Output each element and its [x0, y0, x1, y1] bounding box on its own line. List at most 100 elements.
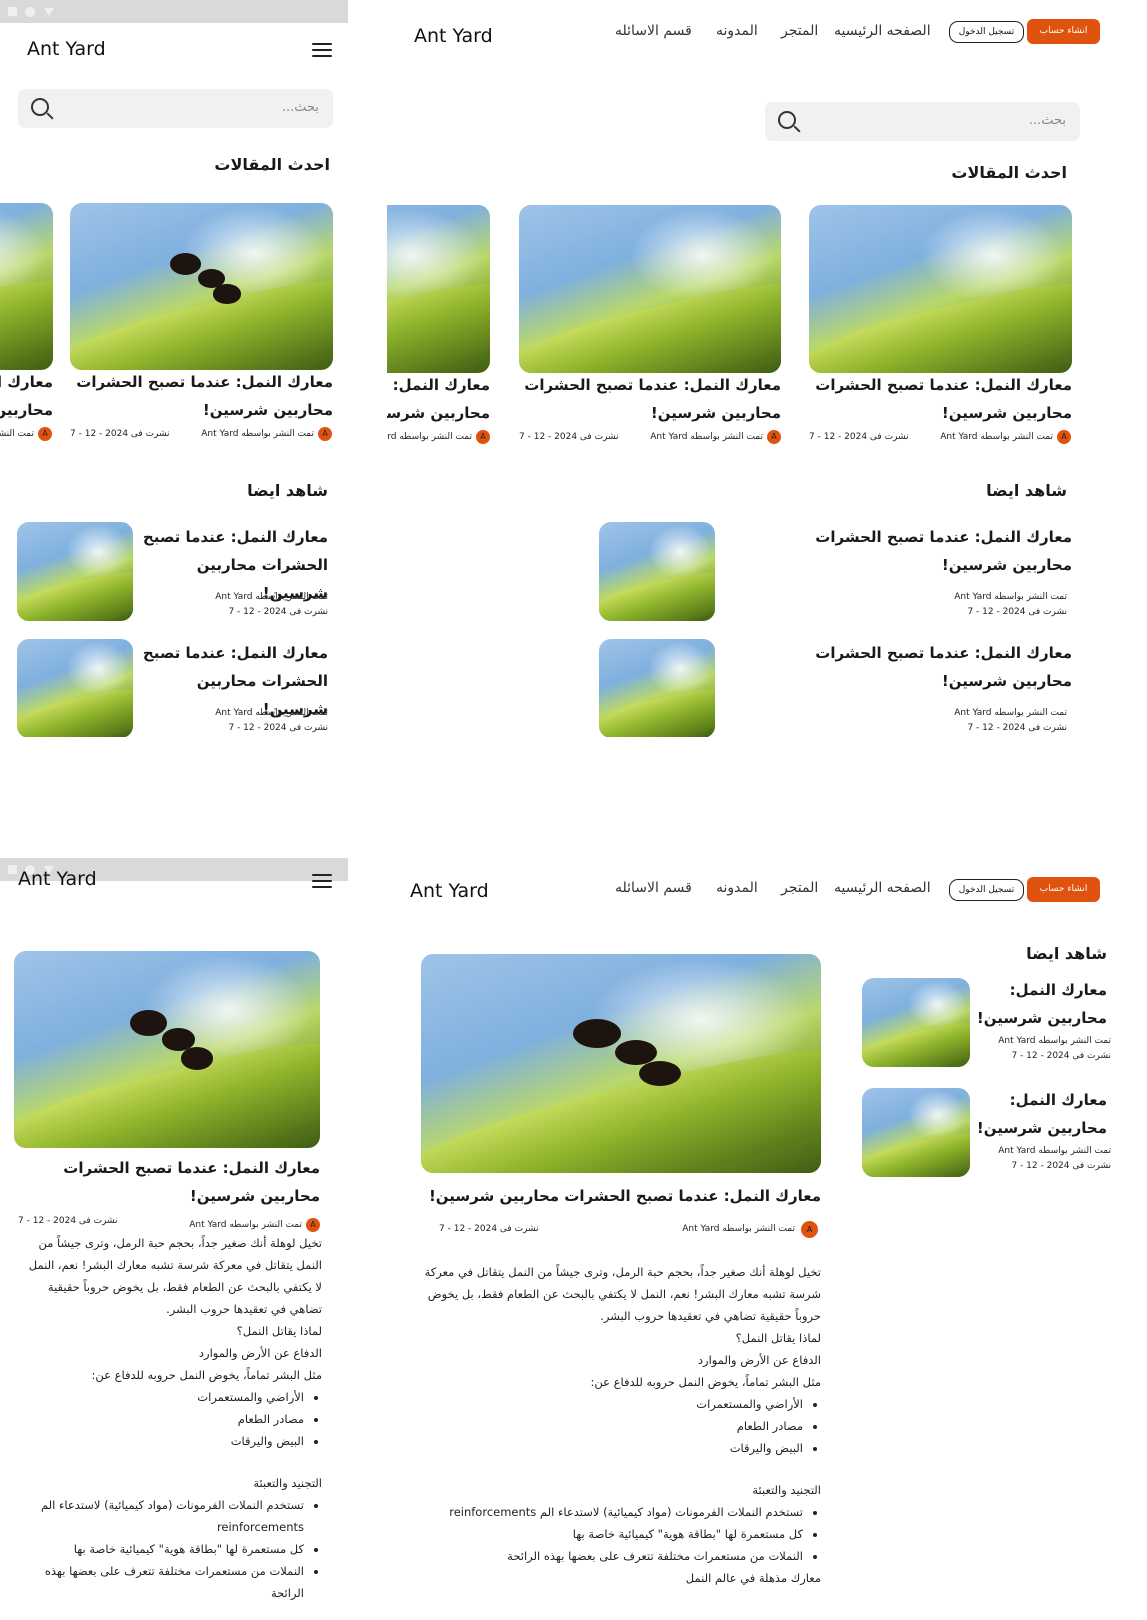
list-item: كل مستعمرة لها "بطاقة هوية" كيميائية خاص… [421, 1523, 803, 1545]
search-icon[interactable] [778, 111, 796, 129]
browser-chrome [0, 0, 348, 23]
nav-home[interactable]: الصفحه الرئيسيه [834, 23, 931, 39]
window-control-icon[interactable] [8, 865, 17, 874]
related-article-title[interactable]: معارك النمل: محاربين شرسين! [975, 976, 1107, 1032]
see-also-heading: شاهد ايضا [247, 481, 328, 500]
publish-date: نشرت فى 2024 - 12 - 7 [1011, 1161, 1111, 1171]
publish-date: نشرت فى 2024 - 12 - 7 [228, 607, 328, 617]
publish-date: نشرت فى 2024 - 12 - 7 [18, 1216, 118, 1226]
login-button[interactable]: تسجيل الدخول [949, 879, 1024, 901]
hamburger-menu-icon[interactable] [312, 43, 332, 59]
article-heading-recruit: التجنيد والتعبئة [752, 1483, 821, 1497]
article-title[interactable]: معارك النمل: عندما تصبح الحشرات محاربين … [799, 371, 1072, 427]
related-article-image[interactable] [599, 639, 715, 737]
author-label: تمت النشر بواسطه Ant Yard [215, 708, 328, 718]
list-item: تستخدم النملات الفرمونات (مواد كيميائية)… [20, 1494, 304, 1538]
window-control-icon[interactable] [8, 7, 17, 16]
article-hero-image [421, 954, 821, 1173]
brand-logo[interactable]: Ant Yard [27, 38, 106, 60]
search-input[interactable]: بحث... [282, 100, 319, 115]
article-heading-why: لماذا يقاتل النمل؟ [735, 1331, 821, 1345]
list-item: مصادر الطعام [421, 1415, 803, 1437]
related-article-title[interactable]: معارك النمل: عندما تصبح الحشرات محاربين … [767, 639, 1072, 695]
publish-date: نشرت فى 2024 - 12 - 7 [519, 432, 619, 442]
author-avatar: A [306, 1218, 320, 1232]
signup-button[interactable]: انشاء حساب [1027, 877, 1100, 902]
author-label: تمت النشر بواسطه Ant Yard [682, 1224, 795, 1234]
publish-date: نشرت فى 2024 - 12 - 7 [70, 429, 170, 439]
nav-home[interactable]: الصفحه الرئيسيه [834, 880, 931, 896]
article-image[interactable] [387, 205, 490, 373]
nav-store[interactable]: المتجر [781, 23, 818, 39]
article-body: تخيل لوهلة أنك صغير جداً، بحجم حبة الرمل… [20, 1232, 322, 1604]
publish-date: نشرت فى 2024 - 12 - 7 [809, 432, 909, 442]
publish-date: نشرت فى 2024 - 12 - 7 [1011, 1051, 1111, 1061]
related-article-title[interactable]: معارك النمل: عندما تصبح الحشرات محاربين … [767, 523, 1072, 579]
author-label: تمت النشر بواسطه Ant Yard [954, 708, 1067, 718]
nav-blog[interactable]: المدونه [716, 880, 758, 896]
search-input[interactable]: بحث... [1029, 113, 1066, 128]
article-heading-defense: الدفاع عن الأرض والموارد [198, 1346, 322, 1360]
article-heading-exciting: معارك مذهلة في عالم النمل [685, 1571, 821, 1585]
latest-articles-heading: احدث المقالات [951, 163, 1067, 182]
article-title: معارك النمل: عندما تصبح الحشرات محاربين … [63, 1159, 320, 1205]
see-also-heading: شاهد ايضا [986, 481, 1067, 500]
publish-date: نشرت فى 2024 - 12 - 7 [967, 607, 1067, 617]
desktop-article-screen: Ant Yard قسم الاسائله المدونه المتجر الص… [387, 858, 1147, 1620]
recruit-list: تستخدم النملات الفرمونات (مواد كيميائية)… [20, 1494, 322, 1604]
article-heading-defense: الدفاع عن الأرض والموارد [697, 1353, 821, 1367]
list-item: الأراضي والمستعمرات [421, 1393, 803, 1415]
mobile-article-screen: Ant Yard معارك النمل: عندما تصبح الحشرات… [0, 858, 348, 1620]
nav-store[interactable]: المتجر [781, 880, 818, 896]
author-avatar: A [318, 427, 332, 441]
author-avatar: A [767, 430, 781, 444]
author-label: تمت النشر بواسطه Ant Yard [650, 432, 763, 442]
nav-blog[interactable]: المدونه [716, 23, 758, 39]
author-avatar: A [476, 430, 490, 444]
desktop-home-screen: Ant Yard قسم الاسائله المدونه المتجر الص… [387, 0, 1147, 737]
author-label: تمت النشر بواسطه Ant Yard [201, 429, 314, 439]
author-avatar: A [38, 427, 52, 441]
defense-list: الأراضي والمستعمرات مصادر الطعام البيض و… [20, 1386, 322, 1452]
related-article-image[interactable] [17, 522, 133, 621]
article-title[interactable]: معارك النمل: عندما تصبح الحشرات محاربين … [60, 368, 333, 424]
author-label: تمت النشر بواسطه Ant Yard [0, 429, 34, 439]
article-body: تخيل لوهلة أنك صغير جداً، بحجم حبة الرمل… [421, 1261, 821, 1589]
dropdown-icon[interactable] [44, 8, 54, 16]
signup-button[interactable]: انشاء حساب [1027, 19, 1100, 44]
brand-logo[interactable]: Ant Yard [414, 25, 493, 47]
related-article-image[interactable] [17, 639, 133, 737]
article-title[interactable]: معارك النمل: عندما تصبح الحشرات محاربين … [387, 371, 490, 427]
search-icon[interactable] [31, 98, 49, 116]
article-image[interactable] [809, 205, 1072, 373]
brand-logo[interactable]: Ant Yard [18, 868, 97, 890]
brand-logo[interactable]: Ant Yard [410, 880, 489, 902]
article-image[interactable] [0, 203, 53, 370]
nav-faq[interactable]: قسم الاسائله [615, 880, 692, 896]
article-title[interactable]: معارك النمل: عندما تصبح الحشرات محاربين … [509, 371, 781, 427]
article-image[interactable] [70, 203, 333, 370]
author-avatar: A [1057, 430, 1071, 444]
related-article-title[interactable]: معارك النمل: محاربين شرسين! [975, 1086, 1107, 1142]
window-control-icon[interactable] [25, 7, 35, 17]
article-title[interactable]: معارك النمل: عندما تصبح الحشرات محاربين … [0, 368, 53, 424]
list-item: كل مستعمرة لها "بطاقة هوية" كيميائية خاص… [20, 1538, 304, 1560]
search-bar[interactable]: بحث... [18, 89, 333, 128]
author-label: تمت النشر بواسطه Ant Yard [940, 432, 1053, 442]
article-title: معارك النمل: عندما تصبح الحشرات محاربين … [428, 1187, 821, 1205]
login-button[interactable]: تسجيل الدخول [949, 21, 1024, 43]
article-image[interactable] [519, 205, 781, 373]
article-heading-recruit: التجنيد والتعبئة [253, 1476, 322, 1490]
nav-faq[interactable]: قسم الاسائله [615, 23, 692, 39]
list-item: الأراضي والمستعمرات [20, 1386, 304, 1408]
author-label: تمت النشر بواسطه Ant Yard [189, 1220, 302, 1230]
related-article-image[interactable] [862, 978, 970, 1067]
article-hero-image [14, 951, 320, 1148]
author-label: تمت النشر بواسطه Ant Yard [998, 1036, 1111, 1046]
related-article-image[interactable] [599, 522, 715, 621]
related-article-image[interactable] [862, 1088, 970, 1177]
article-paragraph: مثل البشر تماماً، يخوض النمل حروبه للدفا… [590, 1375, 822, 1389]
hamburger-menu-icon[interactable] [312, 874, 332, 890]
article-intro: تخيل لوهلة أنك صغير جداً، بحجم حبة الرمل… [424, 1265, 821, 1323]
search-bar[interactable]: بحث... [765, 102, 1080, 141]
